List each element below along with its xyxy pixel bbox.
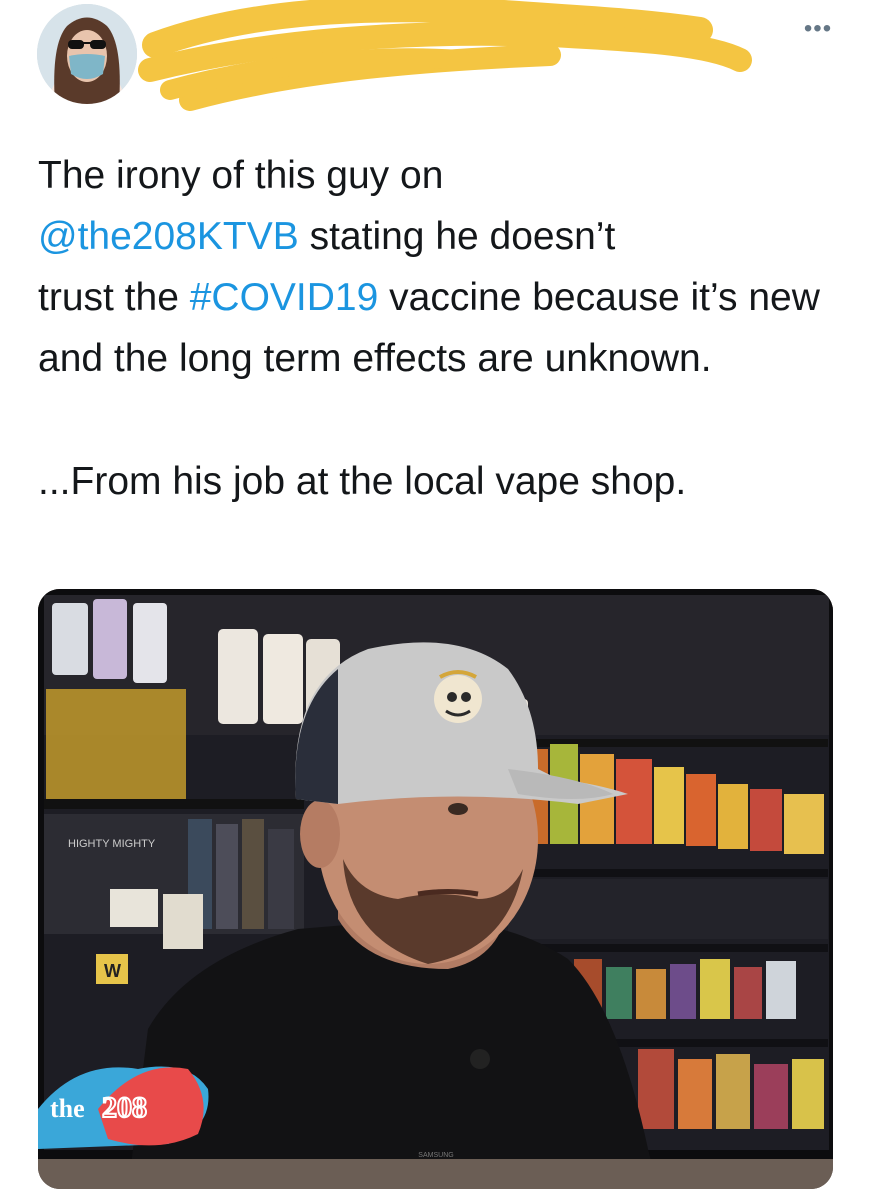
tweet-paragraph-1: The irony of this guy on @the208KTVB sta…: [38, 145, 838, 389]
tweet-media-image[interactable]: HIGHTY MIGHTY the 208 SAMSUNG W: [38, 589, 833, 1189]
tweet-text: The irony of this guy on @the208KTVB sta…: [38, 145, 838, 512]
tv-brand: SAMSUNG: [418, 1152, 453, 1159]
hashtag-link[interactable]: #COVID19: [190, 276, 379, 319]
tweet-card: ••• The irony of this guy on @the208KTVB…: [0, 0, 871, 1200]
more-options-button[interactable]: •••: [796, 14, 840, 44]
mention-link[interactable]: @the208KTVB: [38, 215, 299, 258]
shelf-sign-w: W: [104, 961, 121, 981]
logo-text-208: 208: [102, 1091, 147, 1124]
redaction-scribble: [138, 0, 752, 111]
price-tag: [110, 889, 158, 927]
tweet-paragraph-2: ...From his job at the local vape shop.: [38, 460, 687, 503]
tweet-text-segment: trust the: [38, 276, 190, 319]
logo-text-the: the: [50, 1094, 85, 1123]
tweet-text-segment: stating he doesn’t: [298, 215, 616, 258]
yellow-sign: [46, 689, 186, 799]
sign-left-1: HIGHTY MIGHTY: [68, 838, 156, 850]
tweet-text-segment: The irony of this guy on: [38, 154, 444, 197]
more-dots-icon: •••: [803, 15, 833, 42]
avatar[interactable]: [37, 4, 137, 104]
